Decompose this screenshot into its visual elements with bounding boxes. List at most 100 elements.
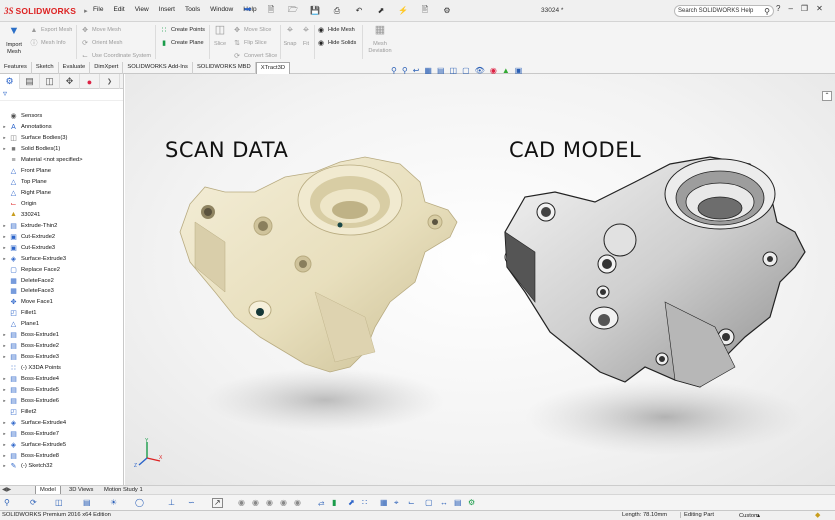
- menu-insert[interactable]: Insert: [154, 6, 180, 13]
- menu-edit[interactable]: Edit: [108, 6, 129, 13]
- feature-tree-item[interactable]: △ Right Plane: [0, 188, 122, 199]
- flip-slice-button[interactable]: ⇅ Flip Slice: [233, 39, 267, 47]
- property-manager-tab-icon[interactable]: ▤: [20, 74, 40, 89]
- selection-filter-icon[interactable]: ↗: [212, 498, 223, 508]
- orient-mesh-button[interactable]: ⟳ Orient Mesh: [81, 39, 122, 47]
- cad-model-image[interactable]: [495, 152, 835, 472]
- scan-data-mesh-image[interactable]: [165, 152, 495, 452]
- expand-arrow-icon[interactable]: ▸: [0, 387, 9, 393]
- feature-tree-item[interactable]: △ Front Plane: [0, 166, 122, 177]
- zoom-to-fit-icon[interactable]: ⚲: [391, 66, 397, 75]
- convert-slice-button[interactable]: ⟳ Convert Slice: [233, 52, 277, 60]
- menu-tools[interactable]: Tools: [180, 6, 205, 13]
- create-plane-button[interactable]: ▮ Create Plane: [160, 39, 204, 47]
- settings-gear-toolbar-icon[interactable]: ⚙: [468, 498, 475, 507]
- menu-view[interactable]: View: [130, 6, 154, 13]
- sketch-relations-icon[interactable]: ⊥: [168, 498, 175, 507]
- feature-tree-item[interactable]: ▲ 330241: [0, 209, 122, 220]
- dynamic-annotation-icon[interactable]: ▤: [437, 66, 445, 75]
- toolbar-gray-2-icon[interactable]: ◉: [252, 498, 259, 507]
- feature-tree-item[interactable]: ▸ ▤ Boss-Extrude8: [0, 450, 122, 461]
- minimize-icon[interactable]: –: [788, 4, 792, 13]
- select-arrow-icon[interactable]: ⬈: [372, 4, 390, 17]
- tab-features[interactable]: Features: [0, 62, 32, 74]
- feature-tree-item[interactable]: ▸ ▣ Cut-Extrude2: [0, 231, 122, 242]
- move-slice-button[interactable]: ✥ Move Slice: [233, 26, 271, 34]
- help-question-icon[interactable]: ?: [776, 4, 780, 13]
- feature-tree-item[interactable]: ✥ Move Face1: [0, 297, 122, 308]
- edit-appearance-icon[interactable]: ◉: [490, 66, 497, 75]
- feature-tree-item[interactable]: ◉ Sensors: [0, 111, 122, 122]
- snap-button[interactable]: ⌖ Snap: [283, 25, 297, 48]
- feature-tree-item[interactable]: ▸ ▤ Boss-Extrude1: [0, 330, 122, 341]
- origin-toolbar-icon[interactable]: ⌖: [394, 498, 399, 508]
- mesh-info-button[interactable]: ⓘ Mesh Info: [30, 39, 66, 47]
- rebuild-icon[interactable]: ⚡: [394, 4, 412, 17]
- feature-tree-item[interactable]: ∷ (-) X3DA Points: [0, 363, 122, 374]
- feature-tree-item[interactable]: ▸ ▣ Cut-Extrude3: [0, 242, 122, 253]
- options-gear-icon[interactable]: ⚙: [438, 4, 456, 17]
- expand-arrow-icon[interactable]: ▸: [0, 234, 9, 240]
- feature-tree-item[interactable]: ▸ ◈ Surface-Extrude5: [0, 439, 122, 450]
- feature-tree-item[interactable]: ▸ ▤ Boss-Extrude2: [0, 341, 122, 352]
- feature-tree-item[interactable]: ⌙ Origin: [0, 199, 122, 210]
- toolbar-gray-1-icon[interactable]: ◉: [238, 498, 245, 507]
- feature-tree-item[interactable]: ▸ ▤ Boss-Extrude5: [0, 384, 122, 395]
- points-toolbar-icon[interactable]: ∷: [362, 498, 367, 507]
- tab-solidworks-mbd[interactable]: SOLIDWORKS MBD: [193, 62, 256, 74]
- slice-button[interactable]: ◫ Slice: [212, 25, 228, 48]
- rotate-view-icon[interactable]: ⟳: [30, 498, 37, 507]
- previous-view-icon[interactable]: ↩: [413, 66, 420, 75]
- apply-scene-icon[interactable]: ▲: [502, 66, 510, 75]
- tab-evaluate[interactable]: Evaluate: [59, 62, 91, 74]
- solidworks-logo[interactable]: 3S SOLIDWORKS ▸: [4, 5, 88, 17]
- search-icon[interactable]: ⚲: [764, 7, 770, 16]
- grid-icon[interactable]: ▦: [380, 498, 388, 507]
- feature-tree-item[interactable]: ▸ ▤ Boss-Extrude7: [0, 428, 122, 439]
- toolbar-gray-4-icon[interactable]: ◉: [280, 498, 287, 507]
- configuration-manager-tab-icon[interactable]: ◫: [40, 74, 60, 89]
- plane-toolbar-icon[interactable]: ▮: [332, 498, 336, 507]
- expand-arrow-icon[interactable]: ▸: [0, 332, 9, 338]
- view-settings-icon[interactable]: ▣: [515, 66, 523, 75]
- open-icon[interactable]: 🗁: [284, 4, 302, 17]
- feature-tree-item[interactable]: ▦ DeleteFace2: [0, 275, 122, 286]
- feature-tree-item[interactable]: ▸ ▤ Boss-Extrude3: [0, 352, 122, 363]
- dimxpert-manager-tab-icon[interactable]: ✥: [60, 74, 80, 89]
- tab-sketch[interactable]: Sketch: [32, 62, 59, 74]
- toolbar-gray-5-icon[interactable]: ◉: [294, 498, 301, 507]
- hide-solids-button[interactable]: ◉ Hide Solids: [317, 39, 356, 47]
- feature-tree-item[interactable]: ≡ Material <not specified>: [0, 155, 122, 166]
- undo-icon[interactable]: ↶: [350, 4, 368, 17]
- chevron-right-icon[interactable]: ❯: [100, 74, 120, 89]
- menu-file[interactable]: File: [88, 6, 108, 13]
- feature-tree-item[interactable]: ▸ ▤ Boss-Extrude4: [0, 374, 122, 385]
- section-view-icon[interactable]: ▤: [83, 498, 91, 507]
- curve-icon[interactable]: ∽: [188, 498, 195, 507]
- feature-tree-item[interactable]: ▸ ◫ Surface Bodies(3): [0, 133, 122, 144]
- scroll-tabs-left-icon[interactable]: ◀▶: [2, 486, 11, 493]
- use-coordinate-system-button[interactable]: ⌙ Use Coordinate System: [81, 52, 151, 60]
- tab-xtract3d[interactable]: XTract3D: [255, 62, 291, 74]
- lights-icon[interactable]: ☀: [110, 498, 117, 507]
- feature-tree-item[interactable]: ▸ A Annotations: [0, 122, 122, 133]
- search-help-input[interactable]: Search SOLIDWORKS Help ⚲: [674, 5, 774, 17]
- feature-tree-item[interactable]: ◰ Fillet2: [0, 406, 122, 417]
- expand-arrow-icon[interactable]: ▸: [0, 398, 9, 404]
- mesh-deviation-button[interactable]: ▦ Mesh Deviation: [364, 25, 396, 55]
- feature-tree-item[interactable]: ▸ ■ Solid Bodies(1): [0, 144, 122, 155]
- expand-arrow-icon[interactable]: ▸: [0, 354, 9, 360]
- expand-arrow-icon[interactable]: ▸: [0, 124, 9, 130]
- display-manager-tab-icon[interactable]: ●: [80, 74, 100, 89]
- feature-manager-tab-icon[interactable]: ⚙: [0, 74, 20, 89]
- fit-button[interactable]: ⌖ Fit: [299, 25, 313, 48]
- expand-arrow-icon[interactable]: ▸: [0, 256, 9, 262]
- feature-tree-item[interactable]: ▸ ▤ Extrude-Thin2: [0, 220, 122, 231]
- expand-arrow-icon[interactable]: ▸: [0, 245, 9, 251]
- export-mesh-button[interactable]: ▲ Export Mesh: [30, 26, 73, 34]
- coordinate-system-toolbar-icon[interactable]: ⌙: [408, 498, 415, 507]
- section-view-icon[interactable]: ▦: [424, 66, 432, 75]
- feature-tree-item[interactable]: ▸ ▤ Boss-Extrude6: [0, 395, 122, 406]
- zoom-fit-icon[interactable]: ⚲: [4, 498, 10, 507]
- feature-tree-item[interactable]: ▸ ◈ Surface-Extrude3: [0, 253, 122, 264]
